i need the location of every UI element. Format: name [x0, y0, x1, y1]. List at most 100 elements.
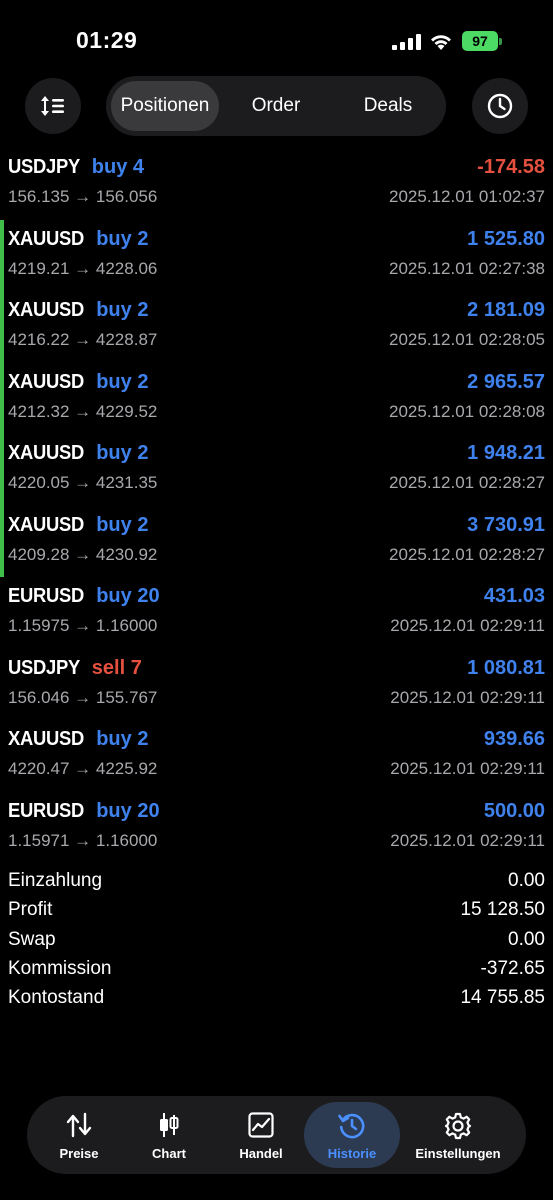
- tab-handel[interactable]: Handel: [213, 1102, 309, 1168]
- battery-level: 97: [462, 31, 498, 51]
- position-row[interactable]: XAUUSD buy 2 4220.47 → 4225.92 939.66 2025.…: [0, 720, 553, 792]
- symbol: XAUUSD: [8, 227, 85, 250]
- segment-order[interactable]: Order: [221, 81, 331, 131]
- trade-side: buy 2: [96, 228, 148, 250]
- symbol: EURUSD: [8, 799, 85, 822]
- summary-label: Kommission: [8, 957, 112, 979]
- summary-row: Swap 0.00: [0, 925, 553, 954]
- summary-value: 0.00: [508, 870, 545, 891]
- close-time: 2025.12.01 02:29:11: [390, 830, 545, 850]
- clock-icon: [487, 93, 513, 119]
- sort-button[interactable]: [25, 78, 81, 134]
- trade-side: buy 2: [96, 371, 148, 393]
- symbol-line: XAUUSD buy 2: [8, 299, 148, 322]
- position-row[interactable]: XAUUSD buy 2 4209.28 → 4230.92 3 730.91 202…: [0, 505, 553, 577]
- trade-side: buy 4: [92, 156, 144, 178]
- status-time: 01:29: [76, 27, 138, 53]
- summary-value: -372.65: [480, 957, 545, 979]
- price-range: 156.046 → 155.767: [8, 687, 158, 707]
- symbol-line: XAUUSD buy 2: [8, 514, 148, 537]
- profit-value: 2 181.09: [467, 299, 545, 321]
- position-row[interactable]: XAUUSD buy 2 4216.22 → 4228.87 2 181.09 202…: [0, 291, 553, 363]
- lot-size: 4: [132, 156, 145, 178]
- history-icon: [338, 1113, 365, 1139]
- symbol-line: XAUUSD buy 2: [8, 728, 148, 751]
- position-row[interactable]: XAUUSD buy 2 4219.21 → 4228.06 1 525.80 202…: [0, 219, 553, 291]
- profit-value: 500.00: [483, 799, 545, 822]
- position-row[interactable]: XAUUSD buy 2 4212.32 → 4229.52 2 965.57 202…: [0, 362, 553, 434]
- summary-label: Einzahlung: [8, 870, 103, 891]
- tab-label: Historie: [327, 1146, 377, 1161]
- symbol-line: XAUUSD buy 2: [8, 371, 148, 394]
- side-label: sell: [91, 656, 126, 679]
- symbol: USDJPY: [8, 156, 80, 178]
- profit-value: 431.03: [483, 585, 545, 607]
- tab-label: Einstellungen: [415, 1146, 501, 1161]
- close-time: 2025.12.01 02:27:38: [389, 258, 545, 278]
- price-range: 4219.21 → 4228.06: [8, 258, 158, 278]
- price-range: 4216.22 → 4228.87: [8, 330, 158, 349]
- lot-size: 20: [137, 799, 160, 822]
- profit-value: 1 948.21: [467, 442, 545, 464]
- lot-size: 2: [137, 299, 149, 321]
- period-button[interactable]: [472, 78, 528, 134]
- selection-marker: [0, 505, 4, 577]
- symbol-line: USDJPY buy 4: [8, 156, 144, 179]
- price-range: 156.135 → 156.056: [8, 187, 158, 206]
- side-label: buy: [96, 299, 132, 321]
- trade-chart-icon: [248, 1112, 274, 1138]
- symbol-line: XAUUSD buy 2: [8, 228, 148, 251]
- summary-label: Profit: [8, 899, 53, 921]
- profit-value: 1 525.80: [467, 227, 545, 250]
- symbol-line: USDJPY sell 7: [8, 657, 142, 680]
- summary-value: 14 755.85: [460, 987, 545, 1009]
- symbol: XAUUSD: [8, 728, 85, 750]
- arrows-up-down-icon: [66, 1112, 92, 1138]
- position-row[interactable]: USDJPY sell 7 156.046 → 155.767 1 080.81 20…: [0, 649, 553, 721]
- selection-marker: [0, 291, 4, 363]
- lot-size: 2: [137, 370, 149, 393]
- position-row[interactable]: EURUSD buy 20 1.15971 → 1.16000 500.00 2025…: [0, 792, 553, 864]
- selection-marker: [0, 434, 4, 506]
- symbol: USDJPY: [8, 656, 80, 679]
- side-label: buy: [96, 513, 132, 536]
- close-time: 2025.12.01 02:28:27: [389, 544, 545, 564]
- segment-deals[interactable]: Deals: [333, 81, 443, 131]
- position-row[interactable]: XAUUSD buy 2 4220.05 → 4231.35 1 948.21 202…: [0, 434, 553, 506]
- tab-preise[interactable]: Preise: [31, 1102, 127, 1168]
- selection-marker: [0, 362, 4, 434]
- selection-marker: [0, 219, 4, 291]
- trade-side: buy 2: [96, 728, 148, 750]
- close-time: 2025.12.01 02:28:27: [389, 473, 545, 492]
- summary-label: Kontostand: [8, 987, 105, 1009]
- trade-side: buy 20: [96, 585, 159, 607]
- lot-size: 2: [137, 442, 149, 464]
- tab-label: Chart: [152, 1146, 186, 1161]
- gear-icon: [444, 1112, 472, 1140]
- side-label: buy: [96, 442, 132, 464]
- symbol-line: EURUSD buy 20: [8, 800, 160, 823]
- sort-icon: [41, 96, 64, 116]
- profit-value: 2 965.57: [467, 370, 545, 393]
- candlestick-icon: [160, 1113, 179, 1137]
- cellular-signal-icon: [392, 34, 421, 50]
- tab-chart[interactable]: Chart: [121, 1102, 217, 1168]
- close-time: 2025.12.01 02:29:11: [390, 687, 545, 707]
- position-row[interactable]: EURUSD buy 20 1.15975 → 1.16000 431.03 2025…: [0, 577, 553, 649]
- segment-positionen[interactable]: Positionen: [111, 81, 219, 131]
- tab-einstellungen[interactable]: Einstellungen: [410, 1102, 506, 1168]
- symbol-line: XAUUSD buy 2: [8, 442, 148, 465]
- tab-historie[interactable]: Historie: [304, 1102, 400, 1168]
- symbol: XAUUSD: [8, 513, 85, 536]
- trade-side: buy 2: [96, 442, 148, 464]
- close-time: 2025.12.01 01:02:37: [389, 187, 545, 206]
- symbol-line: EURUSD buy 20: [8, 585, 160, 608]
- positions-list: USDJPY buy 4 156.135 → 156.056 -174.58 2025…: [0, 148, 553, 863]
- position-row[interactable]: USDJPY buy 4 156.135 → 156.056 -174.58 2025…: [0, 148, 553, 220]
- wifi-icon: [431, 35, 451, 50]
- price-range: 1.15971 → 1.16000: [8, 830, 158, 850]
- price-range: 4209.28 → 4230.92: [8, 544, 158, 564]
- tab-label: Handel: [239, 1146, 283, 1161]
- symbol: XAUUSD: [8, 370, 85, 393]
- symbol: XAUUSD: [8, 442, 85, 464]
